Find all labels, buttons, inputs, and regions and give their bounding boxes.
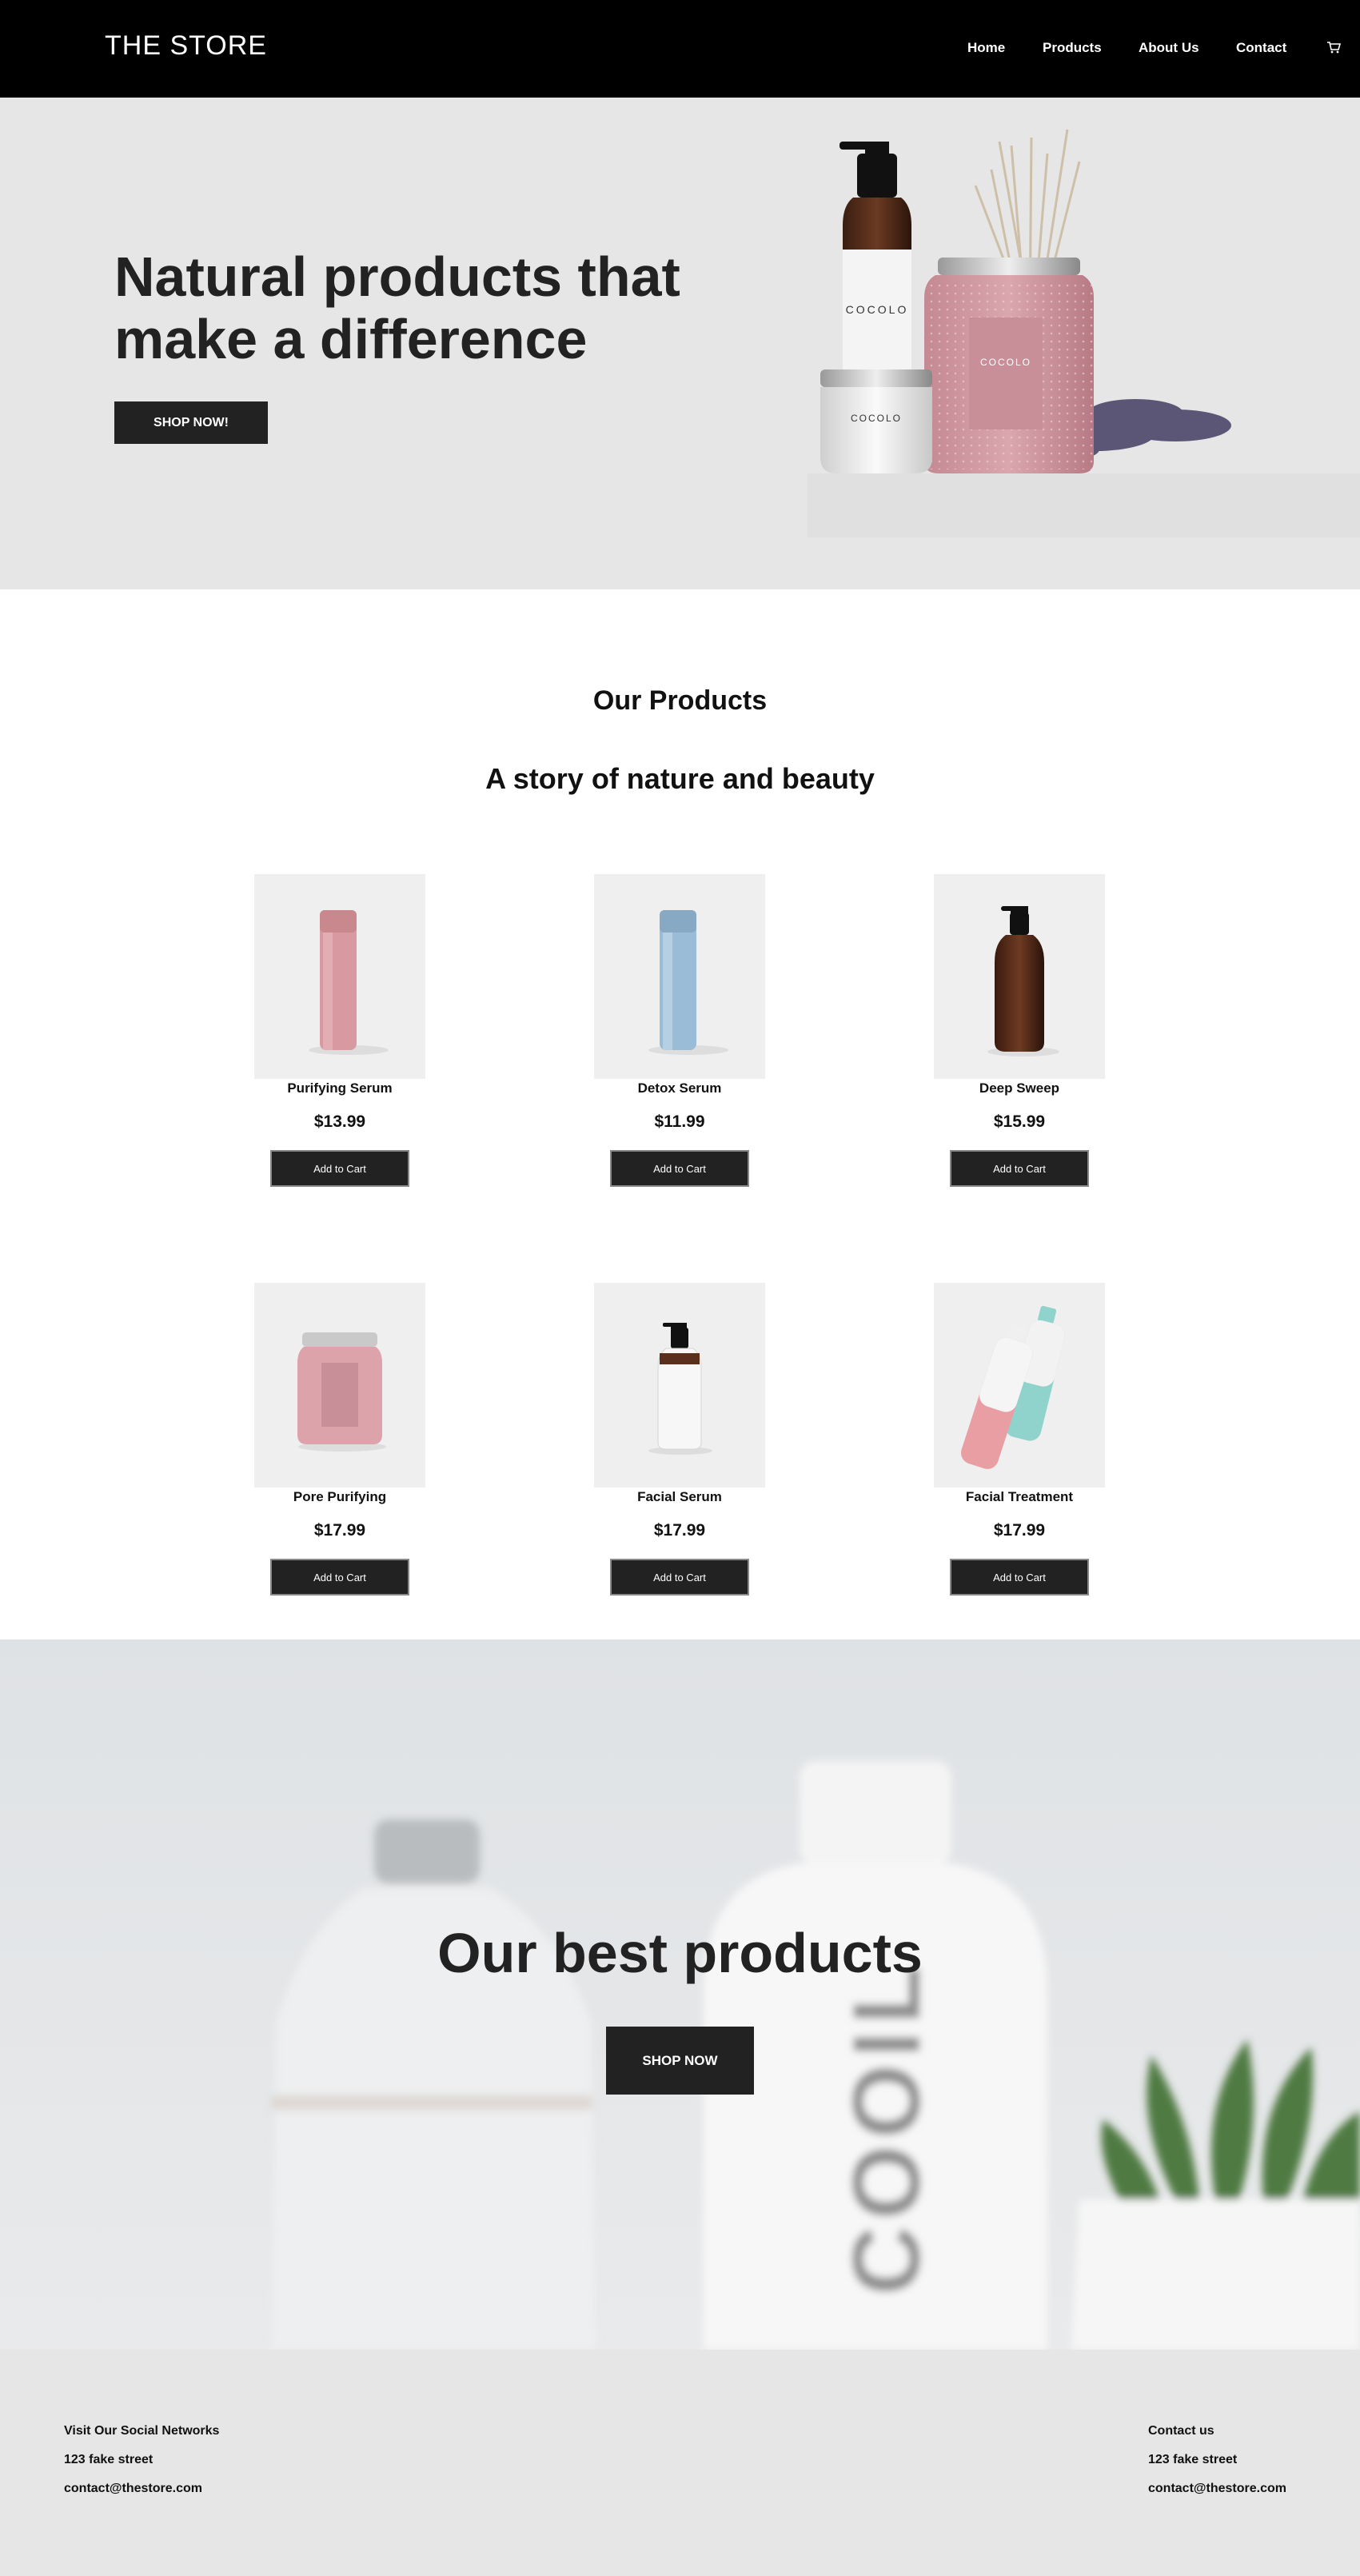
hero-products-image: COCOLO COCOLO COCOLO COCOLO (808, 129, 1360, 537)
product-price: $17.99 (653, 1521, 706, 1540)
product-card: Pore Purifying $17.99 Add to Cart (244, 1283, 436, 1596)
products-subtitle: A story of nature and beauty (485, 762, 875, 795)
product-name: Facial Treatment (965, 1489, 1074, 1504)
add-to-cart-button[interactable]: Add to Cart (270, 1559, 409, 1596)
svg-text:COCOLO: COCOLO (846, 303, 909, 316)
product-image[interactable] (594, 874, 765, 1079)
product-price: $17.99 (993, 1521, 1046, 1540)
product-card: Facial Treatment $17.99 Add to Cart (923, 1283, 1115, 1596)
svg-text:COCOLO: COCOLO (980, 357, 1031, 368)
product-card: Facial Serum $17.99 Add to Cart (584, 1283, 776, 1596)
product-card: Deep Sweep $15.99 Add to Cart (923, 874, 1115, 1187)
add-to-cart-button[interactable]: Add to Cart (270, 1150, 409, 1187)
product-price: $17.99 (313, 1521, 366, 1540)
footer-contact-heading: Contact us (1148, 2424, 1214, 2438)
cart-icon[interactable] (1326, 40, 1341, 54)
products-title: Our Products (592, 685, 768, 716)
product-image[interactable] (254, 874, 425, 1079)
product-name: Pore Purifying (293, 1489, 387, 1504)
banner-background-image: COOIL (0, 1639, 1360, 2350)
product-name: Deep Sweep (979, 1080, 1060, 1096)
footer: Visit Our Social Networks 123 fake stree… (0, 2350, 1360, 2576)
site-logo[interactable]: THE STORE (105, 30, 267, 62)
footer-contact-email[interactable]: contact@thestore.com (1148, 2482, 1286, 2496)
product-name: Facial Serum (637, 1489, 722, 1504)
add-to-cart-button[interactable]: Add to Cart (950, 1150, 1089, 1187)
product-card: Detox Serum $11.99 Add to Cart (584, 874, 776, 1187)
add-to-cart-button[interactable]: Add to Cart (610, 1559, 749, 1596)
banner-shop-now-button[interactable]: SHOP NOW (606, 2027, 754, 2095)
top-nav: THE STORE Home Products About Us Contact (0, 0, 1360, 98)
product-name: Detox Serum (637, 1080, 722, 1096)
hero-title: Natural products that make a difference (114, 246, 680, 370)
add-to-cart-button[interactable]: Add to Cart (950, 1559, 1089, 1596)
footer-contact-address: 123 fake street (1148, 2453, 1238, 2466)
product-name: Purifying Serum (287, 1080, 393, 1096)
nav-contact[interactable]: Contact (1236, 40, 1286, 56)
product-price: $13.99 (313, 1112, 366, 1131)
shop-now-button[interactable]: SHOP NOW! (114, 401, 268, 444)
svg-text:COCOLO: COCOLO (851, 413, 902, 424)
product-price: $11.99 (654, 1112, 705, 1131)
footer-address: 123 fake street (64, 2453, 154, 2466)
product-image[interactable] (254, 1283, 425, 1488)
product-card: Purifying Serum $13.99 Add to Cart (244, 874, 436, 1187)
nav-about-us[interactable]: About Us (1139, 40, 1199, 56)
footer-email[interactable]: contact@thestore.com (64, 2482, 202, 2496)
add-to-cart-button[interactable]: Add to Cart (610, 1150, 749, 1187)
cooil-bottle-label: COOIL (833, 1959, 940, 2295)
product-image[interactable] (594, 1283, 765, 1488)
product-price: $15.99 (993, 1112, 1046, 1131)
hero-section: Natural products that make a difference … (0, 98, 1360, 589)
product-image[interactable] (934, 874, 1105, 1079)
banner-title: Our best products (437, 1922, 923, 1984)
nav-home[interactable]: Home (967, 40, 1005, 56)
nav-products[interactable]: Products (1043, 40, 1102, 56)
product-image[interactable] (934, 1283, 1105, 1488)
footer-social-heading[interactable]: Visit Our Social Networks (64, 2424, 219, 2438)
best-products-banner: COOIL Our best products SHOP NOW (0, 1639, 1360, 2350)
